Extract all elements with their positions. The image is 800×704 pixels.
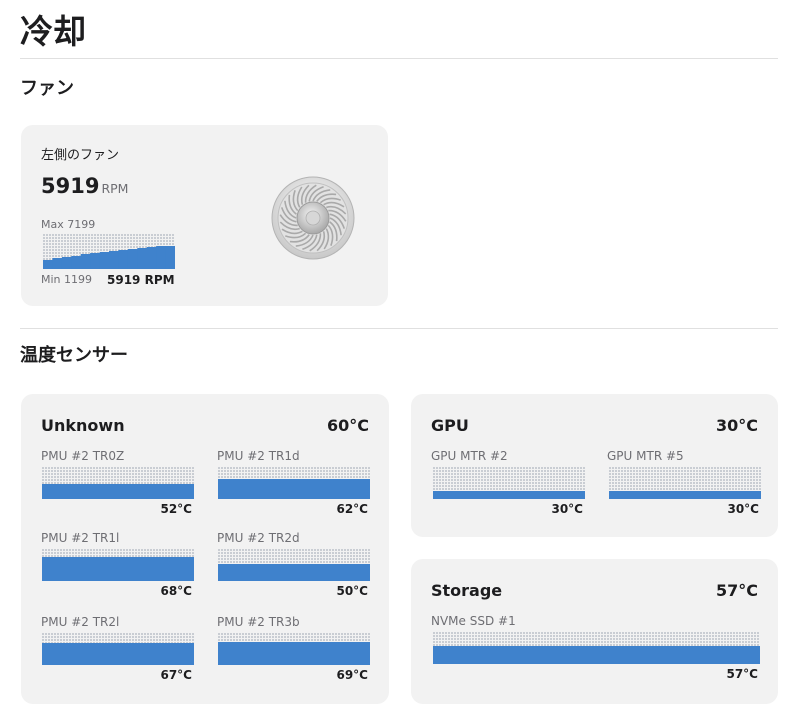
group-temp-unknown: 60°C — [326, 416, 369, 435]
sensor-value-tr0z: 52°C — [160, 502, 192, 516]
group-temp-gpu: 30°C — [715, 416, 758, 435]
fan-history-step — [137, 248, 148, 269]
fan-history-step — [52, 258, 63, 269]
fan-min-label: Min 1199 — [41, 273, 93, 286]
sensor-chart-tr3b — [218, 632, 370, 665]
sensor-name-nvme-ssd1: NVMe SSD #1 — [431, 614, 516, 628]
group-title-storage: Storage — [431, 581, 503, 600]
sensor-value-nvme-ssd1: 57°C — [726, 667, 758, 681]
sensor-name-tr1d: PMU #2 TR1d — [217, 449, 300, 463]
sensor-value-tr1d: 62°C — [336, 502, 368, 516]
sensor-chart-tr0z — [42, 466, 194, 499]
fan-history-step — [43, 260, 53, 269]
sensor-value-tr1l: 68°C — [160, 584, 192, 598]
sensor-chart-tr2d — [218, 548, 370, 581]
sensor-name-tr2l: PMU #2 TR2l — [41, 615, 120, 629]
sensor-name-gpu-mtr5: GPU MTR #5 — [607, 449, 684, 463]
fan-rpm-chart — [43, 233, 175, 269]
sensor-chart-tr1l — [42, 548, 194, 581]
page-title: 冷却 — [20, 12, 86, 51]
sensor-name-tr1l: PMU #2 TR1l — [41, 531, 120, 545]
fans-section-title: ファン — [20, 78, 74, 99]
sensor-name-tr0z: PMU #2 TR0Z — [41, 449, 125, 463]
sensor-level-bar — [218, 642, 370, 665]
sensor-level-bar — [42, 643, 194, 665]
sensors-section-title: 温度センサー — [20, 345, 128, 366]
section-divider — [20, 328, 778, 329]
sensor-group-gpu: GPU 30°C GPU MTR #2 30°C GPU MTR #5 30°C — [411, 394, 778, 537]
sensor-name-gpu-mtr2: GPU MTR #2 — [431, 449, 508, 463]
sensor-chart-gpu-mtr5 — [609, 466, 761, 499]
fan-history-step — [99, 252, 110, 269]
fan-rpm-value: 5919 RPM — [41, 173, 128, 202]
sensor-chart-nvme-ssd1 — [433, 631, 760, 664]
sensor-value-tr2d: 50°C — [336, 584, 368, 598]
fan-history-step — [80, 254, 91, 269]
group-title-gpu: GPU — [431, 416, 469, 435]
fan-history-step — [61, 257, 72, 269]
sensor-level-bar — [218, 564, 370, 581]
fan-current-label: 5919 RPM — [107, 273, 175, 287]
group-temp-storage: 57°C — [715, 581, 758, 600]
fan-max-label: Max 7199 — [41, 218, 96, 231]
sensor-level-bar — [433, 646, 760, 664]
sensor-group-unknown: Unknown 60°C PMU #2 TR0Z 52°C PMU #2 TR1… — [21, 394, 389, 704]
sensor-name-tr2d: PMU #2 TR2d — [217, 531, 300, 545]
sensor-value-tr3b: 69°C — [336, 668, 368, 682]
sensor-chart-gpu-mtr2 — [433, 466, 585, 499]
group-title-unknown: Unknown — [41, 416, 125, 435]
fan-name: 左側のファン — [41, 148, 120, 163]
sensor-value-gpu-mtr5: 30°C — [727, 502, 759, 516]
fan-history-step — [146, 247, 157, 269]
fan-history-step — [109, 251, 119, 269]
fan-icon — [270, 175, 356, 261]
fan-history-step — [156, 246, 166, 269]
fan-history-step — [165, 246, 175, 269]
header-divider — [20, 58, 778, 59]
sensor-level-bar — [609, 491, 761, 499]
fan-card-left: 左側のファン 5919 RPM Max 7199 Min 1199 5919 RP… — [21, 125, 388, 306]
sensor-value-gpu-mtr2: 30°C — [551, 502, 583, 516]
fan-rpm-number: 5919 — [41, 174, 100, 198]
sensor-chart-tr1d — [218, 466, 370, 499]
fan-history-step — [118, 250, 129, 269]
sensor-level-bar — [218, 479, 370, 499]
sensor-level-bar — [42, 484, 194, 499]
sensor-level-bar — [433, 491, 585, 499]
fan-history-step — [127, 249, 138, 269]
sensor-group-storage: Storage 57°C NVMe SSD #1 57°C — [411, 559, 778, 704]
fan-rpm-unit: RPM — [101, 181, 129, 196]
sensor-value-tr2l: 67°C — [160, 668, 192, 682]
fan-history-step — [90, 253, 100, 269]
fan-history-step — [71, 256, 82, 269]
sensor-name-tr3b: PMU #2 TR3b — [217, 615, 300, 629]
sensor-chart-tr2l — [42, 632, 194, 665]
sensor-level-bar — [42, 557, 194, 581]
